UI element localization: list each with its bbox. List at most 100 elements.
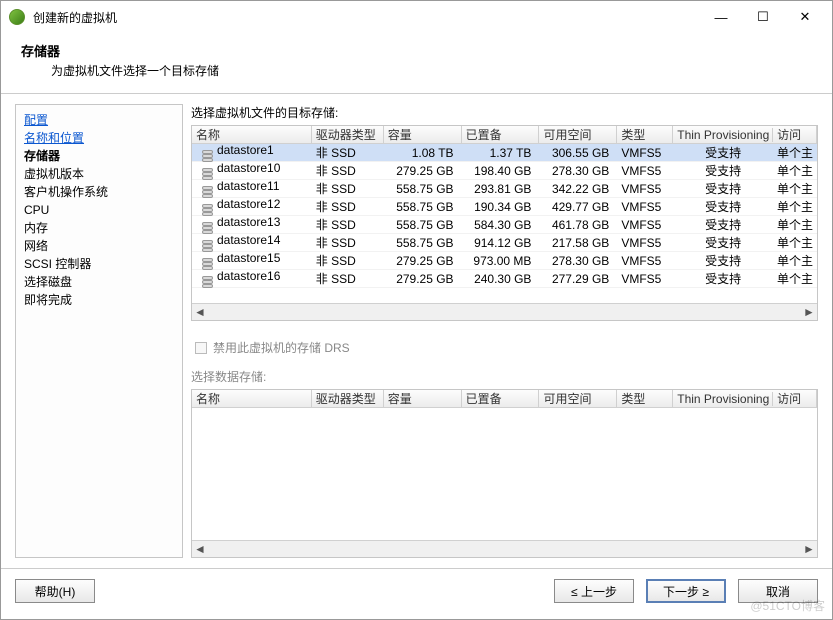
cell: 198.40 GB [462,164,540,178]
page-subtitle: 为虚拟机文件选择一个目标存储 [51,62,812,79]
column-header[interactable]: 容量 [384,390,462,407]
help-button[interactable]: 帮助(H) [15,579,95,603]
horizontal-scrollbar[interactable]: ◄ ► [192,540,817,557]
table-row[interactable]: datastore14非 SSD558.75 GB914.12 GB217.58… [192,234,817,252]
cell: 190.34 GB [462,200,540,214]
cell: 429.77 GB [539,200,617,214]
cell: 单个主 [773,162,817,179]
cell: 240.30 GB [462,272,540,286]
select-datastore-label: 选择数据存储: [191,368,818,385]
cell: 278.30 GB [539,164,617,178]
cell: 217.58 GB [539,236,617,250]
column-header[interactable]: 可用空间 [539,390,617,407]
wizard-step-1[interactable]: 名称和位置 [24,129,174,147]
cell: 558.75 GB [384,218,462,232]
cell: 277.29 GB [539,272,617,286]
cell: 293.81 GB [462,182,540,196]
back-button[interactable]: ≤ 上一步 [554,579,634,603]
column-header[interactable]: 已置备 [462,126,540,143]
titlebar: 创建新的虚拟机 — ☐ ✕ [1,1,832,33]
wizard-step-9: 选择磁盘 [24,273,174,291]
table-row[interactable]: datastore10非 SSD279.25 GB198.40 GB278.30… [192,162,817,180]
cell: 受支持 [673,252,773,269]
disable-storage-drs-label: 禁用此虚拟机的存储 DRS [213,339,350,356]
wizard-step-8: SCSI 控制器 [24,255,174,273]
minimize-button[interactable]: — [708,6,734,28]
vsphere-icon [9,9,25,25]
cell: 受支持 [673,162,773,179]
horizontal-scrollbar[interactable]: ◄ ► [192,303,817,320]
column-header[interactable]: Thin Provisioning [673,392,773,406]
cell: 非 SSD [312,162,384,179]
cell: 558.75 GB [384,200,462,214]
disable-storage-drs-row: 禁用此虚拟机的存储 DRS [195,339,818,356]
cell: 1.08 TB [384,146,462,160]
scroll-right-icon[interactable]: ► [801,542,817,556]
cancel-button[interactable]: 取消 [738,579,818,603]
column-header[interactable]: 可用空间 [539,126,617,143]
cell: 278.30 GB [539,254,617,268]
scroll-left-icon[interactable]: ◄ [192,305,208,319]
cell: datastore16 [192,269,312,288]
column-header[interactable]: 访问 [773,126,817,143]
cell: 非 SSD [312,216,384,233]
table-row[interactable]: datastore15非 SSD279.25 GB973.00 MB278.30… [192,252,817,270]
wizard-step-5: CPU [24,201,174,219]
cell: 受支持 [673,270,773,287]
table-row[interactable]: datastore1非 SSD1.08 TB1.37 TB306.55 GBVM… [192,144,817,162]
cell: VMFS5 [617,182,673,196]
target-storage-label: 选择虚拟机文件的目标存储: [191,104,818,121]
next-button[interactable]: 下一步 ≥ [646,579,726,603]
column-header[interactable]: 类型 [617,126,673,143]
cell: 受支持 [673,144,773,161]
cell: 973.00 MB [462,254,540,268]
cell: 单个主 [773,144,817,161]
column-header[interactable]: 名称 [192,126,312,143]
maximize-button[interactable]: ☐ [750,6,776,28]
cell: VMFS5 [617,200,673,214]
cell: 单个主 [773,198,817,215]
wizard-step-0[interactable]: 配置 [24,111,174,129]
cell: datastore11 [192,179,312,198]
cell: 1.37 TB [462,146,540,160]
column-header[interactable]: 已置备 [462,390,540,407]
cell: 单个主 [773,216,817,233]
close-button[interactable]: ✕ [792,6,818,28]
page-header: 存储器 为虚拟机文件选择一个目标存储 [1,33,832,93]
cell: datastore15 [192,251,312,270]
column-header[interactable]: 类型 [617,390,673,407]
wizard-step-2: 存储器 [24,147,174,165]
datastore-table-body: datastore1非 SSD1.08 TB1.37 TB306.55 GBVM… [192,144,817,303]
cell: 受支持 [673,180,773,197]
cell: 非 SSD [312,180,384,197]
scroll-right-icon[interactable]: ► [801,305,817,319]
cell: 279.25 GB [384,164,462,178]
disable-storage-drs-checkbox [195,342,207,354]
cell: datastore12 [192,197,312,216]
column-header[interactable]: 驱动器类型 [312,390,384,407]
page-title: 存储器 [21,41,812,60]
cell: VMFS5 [617,218,673,232]
column-header[interactable]: 名称 [192,390,312,407]
cell: 584.30 GB [462,218,540,232]
cell: 558.75 GB [384,182,462,196]
wizard-step-10: 即将完成 [24,291,174,309]
cell: 非 SSD [312,270,384,287]
wizard-step-6: 内存 [24,219,174,237]
cell: 受支持 [673,198,773,215]
scroll-left-icon[interactable]: ◄ [192,542,208,556]
column-header[interactable]: 容量 [384,126,462,143]
secondary-datastore-table: 名称驱动器类型容量已置备可用空间类型Thin Provisioning访问 ◄ … [191,389,818,558]
table-row[interactable]: datastore16非 SSD279.25 GB240.30 GB277.29… [192,270,817,288]
table-row[interactable]: datastore12非 SSD558.75 GB190.34 GB429.77… [192,198,817,216]
table-row[interactable]: datastore11非 SSD558.75 GB293.81 GB342.22… [192,180,817,198]
table-row[interactable]: datastore13非 SSD558.75 GB584.30 GB461.78… [192,216,817,234]
cell: 558.75 GB [384,236,462,250]
column-header[interactable]: 驱动器类型 [312,126,384,143]
cell: 非 SSD [312,234,384,251]
cell: 单个主 [773,270,817,287]
cell: datastore10 [192,161,312,180]
column-header[interactable]: 访问 [773,390,817,407]
cell: 非 SSD [312,198,384,215]
column-header[interactable]: Thin Provisioning [673,128,773,142]
